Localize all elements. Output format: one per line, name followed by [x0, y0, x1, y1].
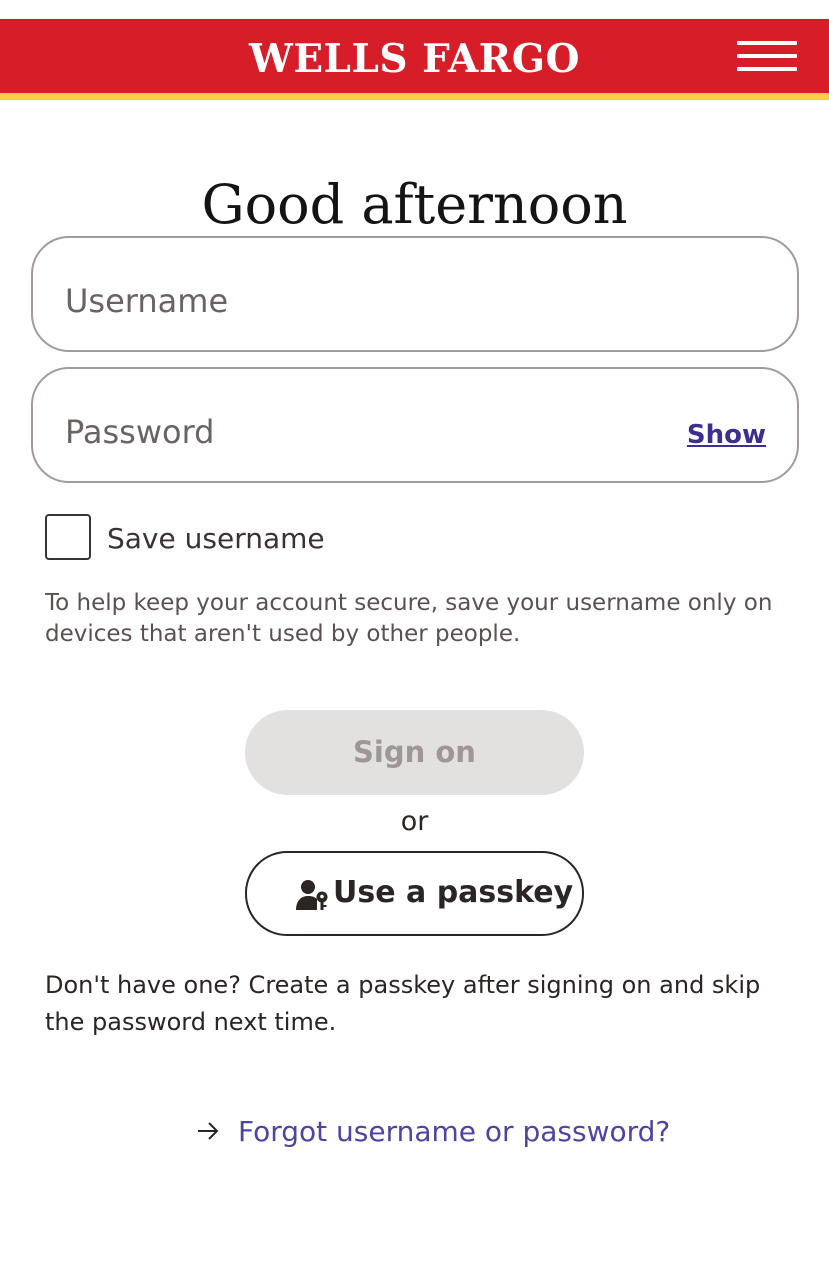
top-header: WELLS FARGO [0, 19, 829, 100]
wells-fargo-logo[interactable]: WELLS FARGO [0, 37, 829, 81]
hamburger-menu-icon[interactable] [735, 39, 799, 73]
use-passkey-button[interactable]: Use a passkey [245, 851, 584, 936]
arrow-right-icon [198, 1122, 219, 1140]
save-username-checkbox[interactable] [45, 514, 91, 560]
or-divider-text: or [400, 806, 429, 837]
greeting-heading: Good afternoon [201, 173, 628, 237]
show-password-link[interactable]: Show [687, 419, 766, 451]
passkey-note-text: Don't have one? Create a passkey after s… [45, 971, 761, 1036]
password-placeholder: Password [65, 413, 215, 451]
use-passkey-label: Use a passkey [333, 875, 574, 910]
security-help-text: To help keep your account secure, save y… [45, 590, 773, 647]
save-username-label[interactable]: Save username [107, 522, 325, 556]
password-field[interactable]: Password Show [31, 367, 799, 483]
sign-on-page: WELLS FARGO Good afternoon Username Pass… [0, 0, 829, 1280]
username-placeholder: Username [65, 282, 229, 320]
sign-on-button[interactable]: Sign on [245, 710, 584, 795]
username-field[interactable]: Username [31, 236, 799, 352]
forgot-username-password-link[interactable]: Forgot username or password? [238, 1114, 670, 1150]
user-key-icon [296, 880, 328, 910]
